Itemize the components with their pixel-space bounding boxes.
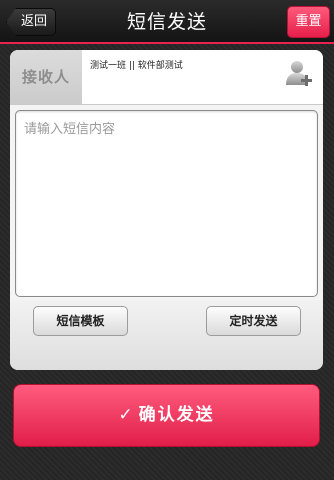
message-area xyxy=(15,110,318,297)
scheduled-send-button[interactable]: 定时发送 xyxy=(206,306,301,336)
confirm-send-button[interactable]: ✓ 确认发送 xyxy=(13,384,320,447)
recipient-row: 接收人 测试一班 || 软件部测试 xyxy=(10,50,323,105)
message-input[interactable] xyxy=(16,111,317,296)
card-actions: 短信模板 定时发送 xyxy=(10,300,323,370)
nav-bar: 返回 短信发送 重置 xyxy=(0,0,334,44)
sms-form-card: 接收人 测试一班 || 软件部测试 短信模板 定时发送 xyxy=(10,50,323,370)
check-icon: ✓ xyxy=(118,405,135,425)
recipient-label: 接收人 xyxy=(10,50,82,104)
sms-template-button[interactable]: 短信模板 xyxy=(33,306,128,336)
confirm-send-label: 确认发送 xyxy=(138,405,215,425)
add-contact-icon[interactable] xyxy=(285,59,313,89)
recipient-names[interactable]: 测试一班 || 软件部测试 xyxy=(90,58,183,71)
page-title: 短信发送 xyxy=(126,11,207,33)
reset-button[interactable]: 重置 xyxy=(287,6,330,38)
